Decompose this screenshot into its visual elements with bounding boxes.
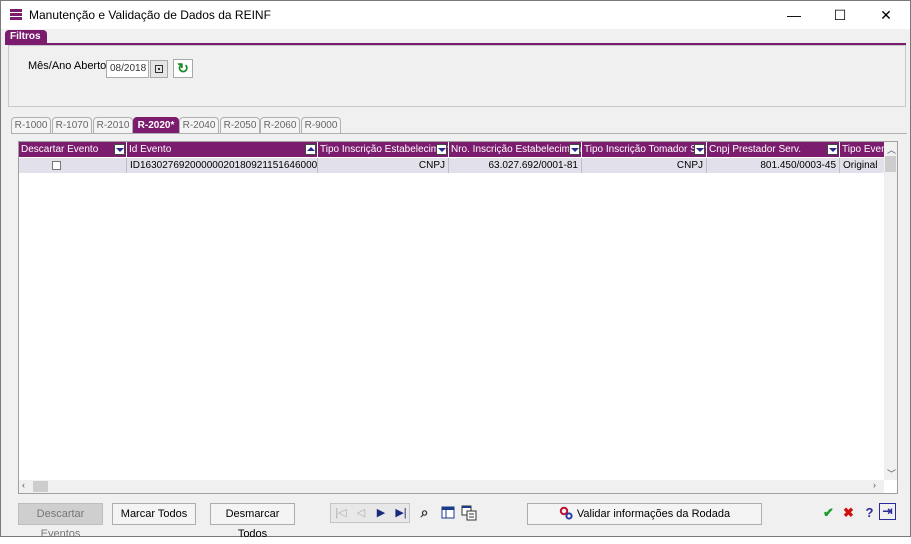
tab-r1070[interactable]: R-1070 — [52, 117, 92, 133]
window-title: Manutenção e Validação de Dados da REINF — [29, 8, 271, 22]
refresh-icon[interactable]: ↻ — [173, 59, 193, 78]
first-record-icon[interactable]: |◁ — [331, 504, 351, 522]
filters-panel: Mês/Ano Aberto 08/2018 ↻ — [8, 45, 906, 107]
prev-record-icon[interactable]: ◁ — [351, 504, 371, 522]
events-grid: Descartar Evento Id Evento Tipo Inscriçã… — [18, 141, 898, 494]
sort-down-icon[interactable] — [827, 144, 838, 155]
vertical-scroll-thumb[interactable] — [885, 156, 896, 172]
export-grid-icon[interactable] — [459, 503, 478, 522]
unmark-all-button[interactable]: Desmarcar Todos — [210, 503, 295, 540]
tab-r2050[interactable]: R-2050 — [220, 117, 260, 133]
mark-all-button[interactable]: Marcar Todos — [112, 503, 196, 525]
column-header-tipo-insc-tomador[interactable]: Tipo Inscrição Tomador Serv. — [582, 142, 707, 157]
month-year-input[interactable]: 08/2018 — [106, 60, 149, 78]
column-header-label: Tipo Evento — [842, 144, 884, 155]
column-header-cnpj-prestador[interactable]: Cnpj Prestador Serv. — [707, 142, 840, 157]
tab-r2020[interactable]: R-2020* — [133, 117, 179, 133]
tipo-insc-estab-cell: CNPJ — [318, 158, 449, 173]
search-icon[interactable]: ⌕ — [415, 503, 434, 522]
next-record-icon[interactable]: ▶ — [371, 504, 391, 522]
column-header-label: Descartar Evento — [21, 144, 99, 155]
filters-tab[interactable]: Filtros — [5, 30, 47, 44]
calendar-icon[interactable] — [150, 60, 168, 78]
gears-icon — [559, 506, 573, 520]
column-header-id-evento[interactable]: Id Evento — [127, 142, 318, 157]
column-header-tipo-evento[interactable]: Tipo Evento — [840, 142, 884, 157]
sort-up-icon[interactable] — [305, 144, 316, 155]
main-window: Manutenção e Validação de Dados da REINF… — [0, 0, 911, 540]
tipo-evento-cell: Original — [843, 160, 878, 171]
tabs-baseline — [11, 133, 907, 134]
confirm-icon[interactable]: ✔ — [819, 503, 838, 522]
column-header-label: Tipo Inscrição Tomador Serv. — [584, 144, 707, 155]
column-header-label: Id Evento — [129, 144, 172, 155]
scroll-down-icon[interactable]: ﹀ — [887, 467, 896, 480]
discard-events-button[interactable]: Descartar Eventos — [18, 503, 103, 540]
vertical-scrollbar[interactable]: ︿ ﹀ — [884, 142, 897, 480]
scroll-right-icon[interactable]: › — [873, 480, 876, 490]
grid-layout-icon[interactable] — [438, 503, 457, 522]
column-header-label: Tipo Inscrição Estabelecimento — [320, 144, 449, 155]
validate-round-button[interactable]: Validar informações da Rodada — [527, 503, 762, 525]
tab-r2010[interactable]: R-2010 — [93, 117, 133, 133]
table-row[interactable]: ID1630276920000002018092115164600001 CNP… — [19, 158, 884, 173]
exit-icon[interactable]: ⇥ — [879, 503, 896, 520]
nro-insc-estab-cell: 63.027.692/0001-81 — [449, 158, 582, 173]
tab-r9000[interactable]: R-9000 — [301, 117, 341, 133]
descartar-cell — [19, 158, 127, 173]
column-header-nro-insc-estab[interactable]: Nro. Inscrição Estabelecimento — [449, 142, 582, 157]
scroll-up-icon[interactable]: ︿ — [887, 143, 896, 156]
last-record-icon[interactable]: ▶| — [391, 504, 411, 522]
tipo-insc-tomador-cell: CNPJ — [582, 158, 707, 173]
help-icon[interactable]: ? — [860, 503, 879, 522]
column-header-label: Nro. Inscrição Estabelecimento — [451, 144, 582, 155]
horizontal-scroll-thumb[interactable] — [33, 481, 48, 492]
sort-down-icon[interactable] — [694, 144, 705, 155]
record-navigator: |◁ ◁ ▶ ▶| — [330, 503, 410, 523]
app-icon — [10, 9, 22, 21]
tab-r1000[interactable]: R-1000 — [11, 117, 51, 133]
column-header-label: Cnpj Prestador Serv. — [709, 144, 802, 155]
minimize-button[interactable]: — — [771, 1, 817, 29]
scroll-left-icon[interactable]: ‹ — [22, 480, 25, 490]
sort-down-icon[interactable] — [436, 144, 447, 155]
horizontal-scrollbar[interactable]: ‹ › — [19, 480, 884, 493]
sort-down-icon[interactable] — [114, 144, 125, 155]
column-header-tipo-insc-estab[interactable]: Tipo Inscrição Estabelecimento — [318, 142, 449, 157]
cancel-icon[interactable]: ✖ — [839, 503, 858, 522]
grid-header: Descartar Evento Id Evento Tipo Inscriçã… — [19, 142, 884, 157]
close-button[interactable]: ✕ — [863, 1, 909, 29]
title-bar: Manutenção e Validação de Dados da REINF… — [1, 1, 910, 29]
month-year-label: Mês/Ano Aberto — [28, 60, 107, 72]
sort-down-icon[interactable] — [569, 144, 580, 155]
column-header-descartar[interactable]: Descartar Evento — [19, 142, 127, 157]
id-evento-cell: ID1630276920000002018092115164600001 — [127, 158, 318, 173]
tab-r2060[interactable]: R-2060 — [260, 117, 300, 133]
tab-r2040[interactable]: R-2040 — [179, 117, 219, 133]
maximize-button[interactable]: ☐ — [817, 1, 863, 29]
descartar-checkbox[interactable] — [52, 161, 61, 170]
cnpj-prestador-cell: 801.450/0003-45 — [707, 158, 840, 173]
validate-round-label: Validar informações da Rodada — [576, 508, 731, 520]
